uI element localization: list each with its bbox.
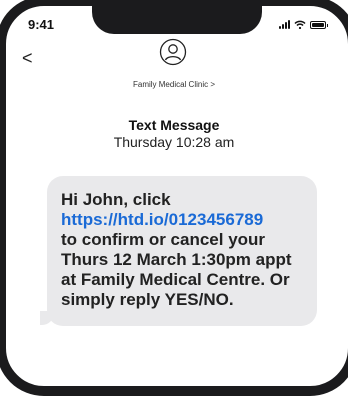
- wifi-icon: [294, 20, 306, 29]
- message-line: Thurs 12 March 1:30pm appt: [61, 250, 292, 269]
- avatar[interactable]: [159, 38, 187, 66]
- message-link[interactable]: https://htd.io/0123456789: [61, 210, 305, 230]
- message-bubble[interactable]: Hi John, click https://htd.io/0123456789…: [47, 176, 317, 326]
- back-button[interactable]: <: [22, 48, 33, 69]
- battery-icon: [310, 20, 328, 29]
- contact-name[interactable]: Family Medical Clinic >: [0, 80, 348, 89]
- message-line: simply reply YES/NO.: [61, 290, 234, 309]
- message-line: Hi John, click: [61, 190, 171, 209]
- thread-title: Text Message: [128, 117, 220, 133]
- status-icons: [279, 20, 328, 29]
- message-line: at Family Medical Centre. Or: [61, 270, 290, 289]
- notch: [92, 0, 262, 34]
- message-line: to confirm or cancel your: [61, 230, 266, 249]
- status-time: 9:41: [28, 17, 55, 32]
- signal-icon: [279, 20, 290, 29]
- thread-timestamp: Thursday 10:28 am: [113, 134, 235, 150]
